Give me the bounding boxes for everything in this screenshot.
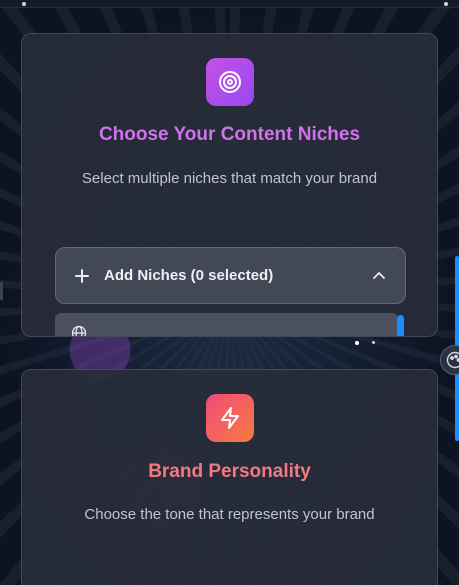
add-niches-dropdown[interactable]: Add Niches (0 selected) [55,247,406,304]
niches-options-list[interactable] [55,313,398,336]
brand-personality-card: Brand Personality Choose the tone that r… [21,369,438,585]
lightning-icon-tile [205,394,254,442]
carousel-dot[interactable] [372,341,375,344]
brand-personality-title: Brand Personality [148,461,311,482]
chevron-up-icon [373,271,385,279]
niches-list-scrollbar[interactable] [397,315,404,336]
globe-icon [71,325,87,336]
lightning-icon [220,407,239,429]
left-edge-handle [0,282,3,300]
target-icon-tile [205,58,254,106]
target-icon [218,71,241,93]
top-bar-dot [444,2,448,6]
carousel-dot[interactable] [355,341,359,345]
plus-icon [74,268,90,284]
add-niches-label: Add Niches (0 selected) [104,267,274,284]
content-niches-subtitle: Select multiple niches that match your b… [81,170,378,187]
content-niches-title: Choose Your Content Niches [98,124,361,145]
content-niches-card: Choose Your Content Niches Select multip… [21,33,438,337]
top-bar [0,0,459,8]
brand-personality-subtitle: Choose the tone that represents your bra… [84,506,375,523]
top-bar-dot [22,2,26,6]
